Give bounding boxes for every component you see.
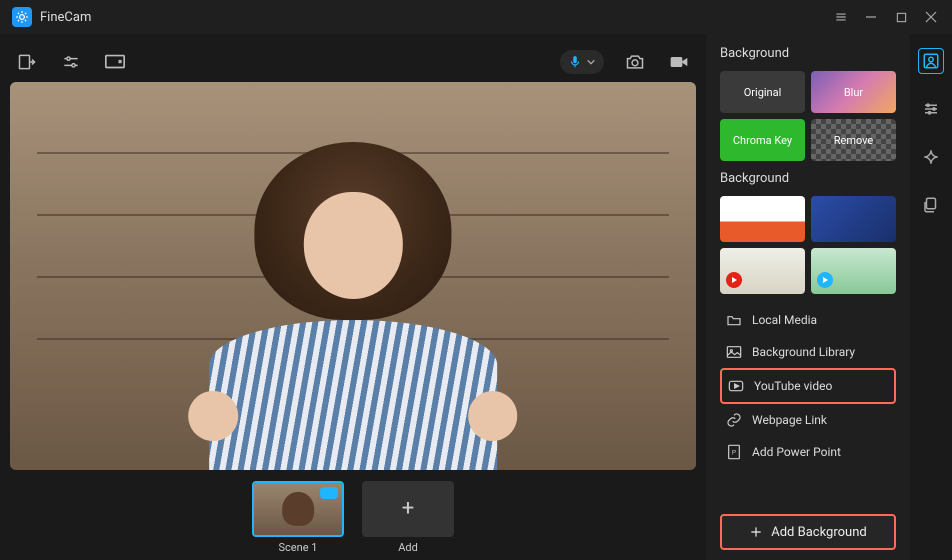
add-scene-button[interactable]: +	[362, 481, 454, 537]
top-toolbar	[10, 42, 696, 82]
source-local-media[interactable]: Local Media	[720, 304, 896, 336]
add-background-button[interactable]: Add Background	[720, 514, 896, 550]
adjustments-tab-icon[interactable]	[918, 96, 944, 122]
bg-thumbnail[interactable]	[720, 196, 805, 242]
link-icon	[726, 412, 742, 428]
menu-button[interactable]	[826, 3, 856, 31]
source-label: YouTube video	[754, 379, 832, 393]
svg-text:P: P	[732, 449, 736, 457]
add-background-label: Add Background	[771, 525, 866, 540]
folder-icon	[726, 312, 742, 328]
plus-icon	[749, 525, 763, 539]
scene-strip: Scene 1 + Add	[10, 470, 696, 556]
close-button[interactable]	[916, 3, 946, 31]
video-preview[interactable]	[10, 82, 696, 470]
source-youtube-video[interactable]: YouTube video	[720, 368, 896, 404]
bg-option-blur[interactable]: Blur	[811, 71, 896, 113]
chevron-down-icon[interactable]	[586, 57, 596, 67]
microphone-control[interactable]	[560, 50, 604, 74]
minimize-button[interactable]	[856, 3, 886, 31]
source-label: Webpage Link	[752, 413, 827, 427]
chat-bubble-icon	[320, 487, 338, 499]
export-icon[interactable]	[14, 49, 40, 75]
scene-thumbnail[interactable]	[252, 481, 344, 537]
titlebar: FineCam	[0, 0, 952, 34]
source-label: Add Power Point	[752, 445, 841, 459]
app-logo	[12, 7, 32, 27]
screen-share-icon[interactable]	[102, 49, 128, 75]
bg-option-original[interactable]: Original	[720, 71, 805, 113]
scene-card[interactable]: Scene 1	[252, 481, 344, 554]
source-background-library[interactable]: Background Library	[720, 336, 896, 368]
panel-title: Background	[720, 46, 896, 61]
background-panel: Background Original Blur Chroma Key Remo…	[706, 34, 910, 560]
bg-option-chroma-key[interactable]: Chroma Key	[720, 119, 805, 161]
bg-thumbnail[interactable]	[811, 248, 896, 294]
bg-thumbnail[interactable]	[811, 196, 896, 242]
play-icon	[726, 272, 742, 288]
maximize-button[interactable]	[886, 3, 916, 31]
powerpoint-icon: P	[726, 444, 742, 460]
source-label: Local Media	[752, 313, 817, 327]
add-scene-card[interactable]: + Add	[362, 481, 454, 554]
library-title: Background	[720, 171, 896, 186]
effects-tab-icon[interactable]	[918, 144, 944, 170]
portrait-tab-icon[interactable]	[918, 48, 944, 74]
bg-thumbnail[interactable]	[720, 248, 805, 294]
youtube-icon	[728, 378, 744, 394]
source-powerpoint[interactable]: P Add Power Point	[720, 436, 896, 468]
camera-icon[interactable]	[622, 49, 648, 75]
bg-option-remove[interactable]: Remove	[811, 119, 896, 161]
layers-tab-icon[interactable]	[918, 192, 944, 218]
scene-label: Scene 1	[279, 541, 318, 554]
play-icon	[817, 272, 833, 288]
image-icon	[726, 344, 742, 360]
sliders-icon[interactable]	[58, 49, 84, 75]
right-sidebar	[910, 34, 952, 560]
video-icon[interactable]	[666, 49, 692, 75]
add-scene-label: Add	[398, 541, 418, 554]
app-title: FineCam	[40, 10, 91, 25]
source-webpage-link[interactable]: Webpage Link	[720, 404, 896, 436]
source-label: Background Library	[752, 345, 855, 359]
